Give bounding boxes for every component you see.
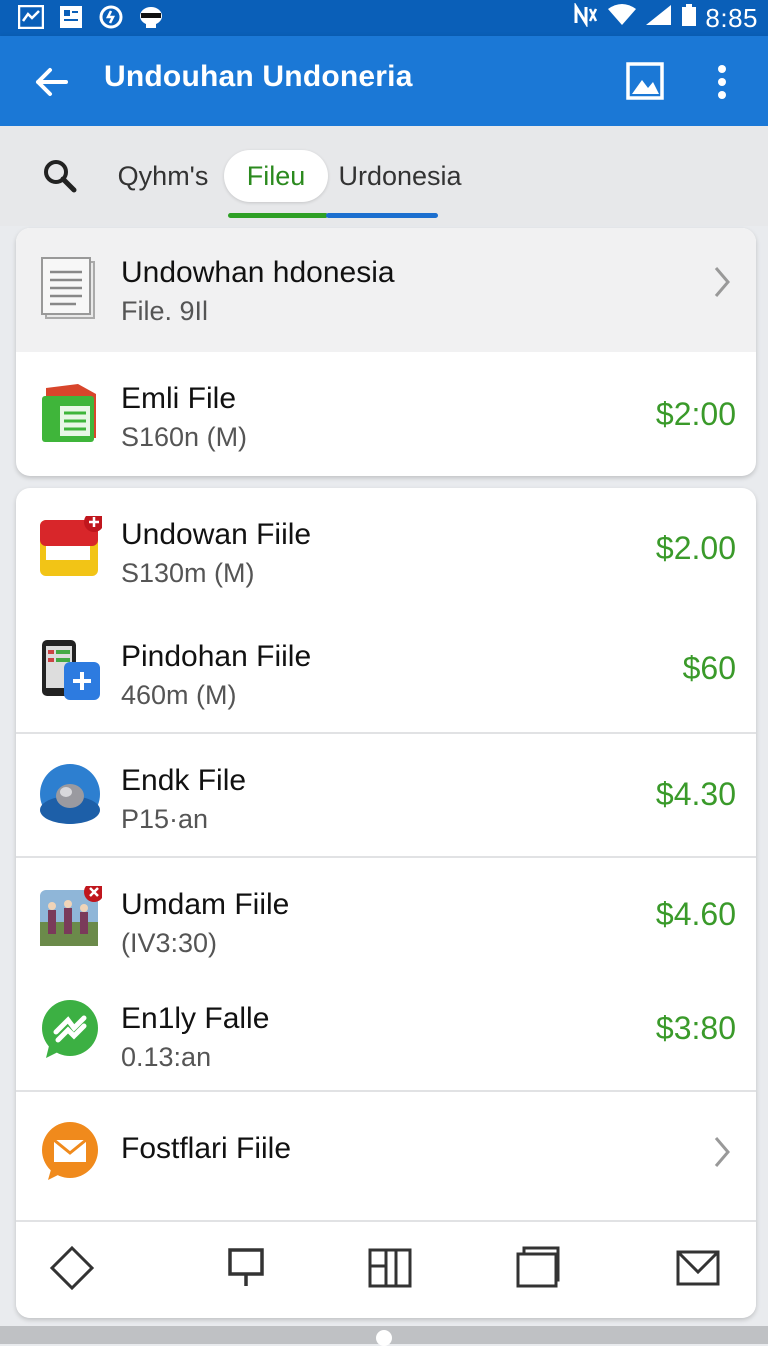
list-item[interactable]: En1ly Falle 0.13:an $3:80 — [16, 974, 756, 1092]
item-title: Umdam Fiile — [121, 888, 290, 921]
tab-fileu[interactable]: Fileu — [224, 150, 328, 202]
window-icon[interactable] — [514, 1244, 562, 1292]
columns-icon[interactable] — [366, 1244, 414, 1292]
list-item[interactable]: Fostflari Fiile — [16, 1092, 756, 1220]
file-card-primary: Undowhan hdonesia File. 9Il Emli File S1… — [16, 228, 756, 476]
wifi-icon — [607, 3, 637, 34]
list-item[interactable]: Umdam Fiile (IV3:30) $4.60 — [16, 858, 756, 974]
image-button[interactable] — [626, 62, 664, 100]
search-icon[interactable] — [40, 156, 80, 196]
battery-icon — [681, 3, 697, 34]
status-time: 8:85 — [705, 3, 758, 33]
list-item[interactable]: Endk File P15·an $4.30 — [16, 734, 756, 858]
nfc-icon — [573, 1, 599, 34]
divider — [16, 1220, 756, 1222]
item-subtitle: S160n (M) — [121, 422, 248, 452]
phone-add-icon — [38, 638, 102, 702]
item-subtitle: (IV3:30) — [121, 928, 218, 958]
chevron-right-icon — [710, 1134, 734, 1170]
sync-notification-icon — [98, 4, 124, 30]
item-price: $2:00 — [655, 396, 736, 432]
item-subtitle: S130m (M) — [121, 558, 255, 588]
item-title: Endk File — [121, 764, 247, 797]
item-price: $4.30 — [655, 776, 736, 812]
list-item[interactable]: Pindohan Fiile 460m (M) $60 — [16, 610, 756, 734]
back-button[interactable] — [30, 60, 74, 104]
file-card-list: Undowan Fiile S130m (M) $2.00 Pindohan F… — [16, 488, 756, 1318]
tab-indicator — [326, 213, 438, 218]
item-title: En1ly Falle — [121, 1002, 270, 1035]
list-item[interactable]: Undowan Fiile S130m (M) $2.00 — [16, 488, 756, 610]
tab-qyhms[interactable]: Qyhm's — [118, 150, 209, 202]
item-title: Undowan Fiile — [121, 518, 312, 551]
app-bar: Undouhan Undoneria — [0, 36, 768, 126]
item-title: Emli File — [121, 382, 237, 415]
pin-icon[interactable] — [222, 1244, 270, 1292]
cell-signal-icon — [645, 3, 673, 34]
globe-icon — [38, 762, 102, 826]
green-folder-icon — [38, 380, 102, 444]
robot-notification-icon — [138, 4, 164, 30]
item-price: $4.60 — [655, 896, 736, 932]
item-title: Fostflari Fiile — [121, 1132, 292, 1165]
tab-indicator-active — [228, 213, 328, 218]
tab-urdonesia[interactable]: Urdonesia — [338, 150, 461, 202]
item-subtitle: 460m (M) — [121, 680, 237, 710]
chat-icon — [38, 998, 102, 1062]
diamond-icon[interactable] — [48, 1244, 96, 1292]
bottom-nav — [16, 1220, 756, 1318]
list-item[interactable]: Undowhan hdonesia File. 9Il — [16, 228, 756, 352]
chart-notification-icon — [18, 4, 44, 30]
item-title: Undowhan hdonesia — [121, 256, 395, 289]
flag-icon — [38, 512, 104, 580]
item-subtitle: File. 9Il — [121, 296, 209, 326]
item-subtitle: 0.13:an — [121, 1042, 212, 1072]
mail-icon[interactable] — [674, 1244, 722, 1292]
status-bar: 8:85 — [0, 0, 768, 36]
more-options-button[interactable] — [708, 60, 736, 104]
chevron-right-icon — [710, 264, 734, 300]
news-notification-icon — [58, 4, 84, 30]
item-title: Pindohan Fiile — [121, 640, 312, 673]
mail-icon — [38, 1120, 102, 1184]
item-price: $3:80 — [655, 1010, 736, 1046]
item-price: $2.00 — [655, 530, 736, 566]
document-icon — [38, 256, 102, 320]
item-price: $60 — [682, 650, 736, 686]
list-item[interactable]: Emli File S160n (M) $2:00 — [16, 352, 756, 476]
page-title: Undouhan Undoneria — [104, 60, 413, 93]
item-subtitle: P15·an — [121, 804, 209, 834]
photo-icon — [38, 882, 104, 950]
